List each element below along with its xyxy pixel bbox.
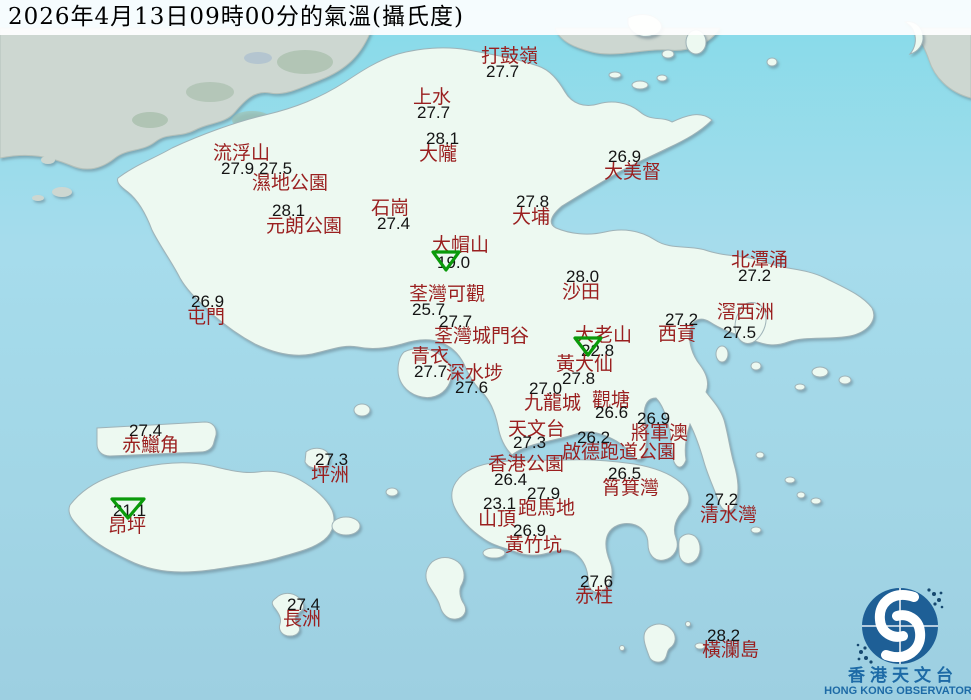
station-temperature-value: 27.2 — [738, 266, 772, 285]
station-temperature-value: 27.2 — [705, 490, 739, 509]
station-temperature-value: 27.7 — [414, 362, 448, 381]
station-name-label: 滘西洲 — [717, 301, 775, 323]
station-temperature-value: 27.5 — [723, 323, 757, 342]
station-temperature-value: 27.2 — [665, 310, 699, 329]
station-temperature-value: 19.0 — [437, 253, 471, 272]
station-temperature-value: 27.9 — [221, 159, 255, 178]
station-temperature-value: 26.6 — [595, 403, 629, 422]
station-temperature-value: 26.5 — [608, 464, 642, 483]
station-temperature-value: 27.6 — [455, 378, 489, 397]
station-temperature-value: 28.2 — [707, 626, 741, 645]
station-temperature-value: 28.1 — [272, 201, 306, 220]
station-temperature-value: 27.4 — [129, 421, 163, 440]
station-temperature-value: 27.8 — [516, 192, 550, 211]
station-temperature-value: 27.4 — [287, 595, 321, 614]
station-temperature-value: 28.1 — [426, 129, 460, 148]
title-bar: 2026年4月13日09時00分的氣溫(攝氏度) — [0, 0, 971, 35]
station-temperature-value: 27.3 — [315, 450, 349, 469]
station-temperature-value: 26.9 — [637, 409, 671, 428]
station-temperature-value: 27.7 — [486, 62, 520, 81]
station-temperature-value: 23.1 — [483, 494, 517, 513]
station-temperature-value: 27.9 — [527, 484, 561, 503]
map-title: 2026年4月13日09時00分的氣溫(攝氏度) — [8, 4, 464, 30]
station-temperature-value: 27.6 — [580, 572, 614, 591]
station-temperature-value: 21.1 — [113, 501, 147, 520]
station-temperature-value: 27.7 — [439, 312, 473, 331]
station-temperature-value: 26.4 — [494, 470, 528, 489]
station-temperature-value: 28.0 — [566, 267, 600, 286]
temperature-map-screen: 打鼓嶺 27.7 上水 27.7 大隴 28.1 流浮山 27.9 濕地公園 27.5 元朗公園 28… — [0, 0, 971, 700]
station-temperature-value: 27.8 — [562, 369, 596, 388]
hko-logo-name-en: HONG KONG OBSERVATORY — [824, 685, 971, 697]
station-temperature-value: 26.9 — [608, 147, 642, 166]
hko-logo-name-cjk: 香港天文台 — [848, 666, 958, 686]
station-temperature-value: 26.2 — [577, 428, 611, 447]
stations-layer: 打鼓嶺 27.7 上水 27.7 大隴 28.1 流浮山 27.9 濕地公園 27.5 元朗公園 28… — [0, 0, 971, 700]
station-temperature-value: 27.0 — [529, 379, 563, 398]
station-temperature-value: 27.3 — [513, 433, 547, 452]
station-temperature-value: 26.9 — [513, 521, 547, 540]
station-temperature-value: 26.9 — [191, 292, 225, 311]
hko-logo: 香港天文台 HONG KONG OBSERVATORY — [824, 584, 971, 700]
station-temperature-value: 27.5 — [259, 159, 293, 178]
station-temperature-value: 27.7 — [417, 103, 451, 122]
station-temperature-value: 27.4 — [377, 214, 411, 233]
hko-logo-icon — [856, 588, 944, 664]
